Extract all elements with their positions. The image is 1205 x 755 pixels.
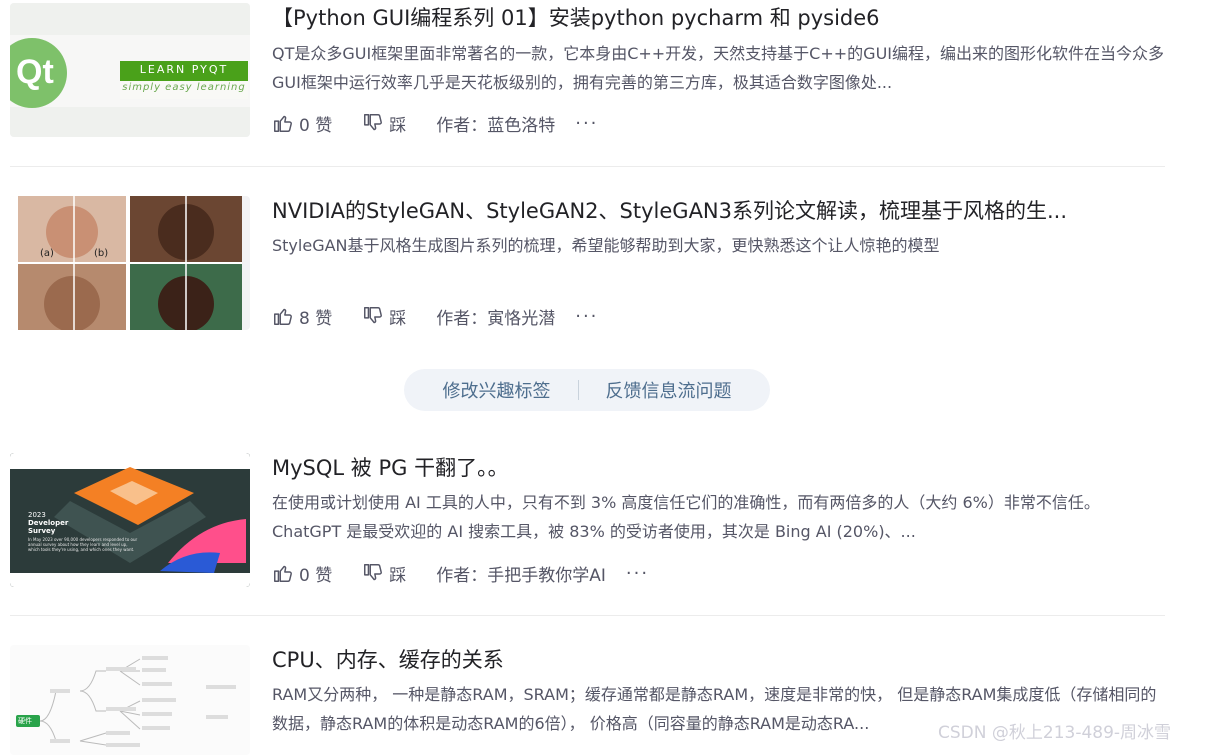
article-description[interactable]: StyleGAN基于风格生成图片系列的梳理，希望能够帮助到大家，更快熟悉这个让人… bbox=[272, 231, 1165, 260]
csdn-watermark: CSDN @秋上213-489-周冰雪 bbox=[938, 723, 1172, 743]
author-link[interactable]: 作者：蓝色洛特 bbox=[436, 111, 555, 136]
author-link[interactable]: 作者：寅恪光潜 bbox=[436, 304, 555, 329]
feed: Qt LEARN PYQT simply easy learning 【Pyth… bbox=[0, 0, 1205, 755]
thumb-down-icon bbox=[364, 114, 383, 131]
article-description[interactable]: QT是众多GUI框架里面非常著名的一款，它本身由C++开发，天然支持基于C++的… bbox=[272, 39, 1165, 97]
divider bbox=[10, 615, 1165, 616]
dislike-button[interactable]: 踩 bbox=[362, 561, 406, 586]
divider bbox=[10, 166, 1165, 167]
feedback-feed-issue-link[interactable]: 反馈信息流问题 bbox=[606, 377, 732, 403]
article-title[interactable]: NVIDIA的StyleGAN、StyleGAN2、StyleGAN3系列论文解… bbox=[272, 196, 1165, 226]
like-button[interactable]: 0 赞 bbox=[272, 111, 332, 136]
article-title[interactable]: CPU、内存、缓存的关系 bbox=[272, 645, 1165, 675]
article-thumbnail[interactable]: 硬件 bbox=[10, 645, 250, 755]
article-thumbnail[interactable]: Qt LEARN PYQT simply easy learning bbox=[10, 3, 250, 137]
mindmap-root-label: 硬件 bbox=[18, 717, 32, 725]
thumb-up-icon bbox=[274, 565, 292, 582]
article-meta: 8 赞 踩 作者：寅恪光潜 ··· bbox=[272, 303, 598, 329]
article-card[interactable]: (a) (b) NVIDIA的StyleGAN、StyleGAN2、StyleG… bbox=[10, 196, 1165, 336]
article-title[interactable]: 【Python GUI编程系列 01】安装python pycharm 和 py… bbox=[272, 3, 1165, 33]
survey-caption: In May 2023 over 90,000 developers respo… bbox=[28, 537, 138, 552]
survey-year: 2023 bbox=[28, 511, 46, 519]
article-meta: 0 赞 踩 作者：手把手教你学AI ··· bbox=[272, 560, 649, 586]
author-link[interactable]: 作者：手把手教你学AI bbox=[436, 561, 606, 586]
survey-heading: Developer Survey bbox=[28, 519, 69, 535]
dislike-button[interactable]: 踩 bbox=[362, 111, 406, 136]
article-description[interactable]: 在使用或计划使用 AI 工具的人中，只有不到 3% 高度信任它们的准确性，而有两… bbox=[272, 488, 1165, 546]
article-meta: 0 赞 踩 作者：蓝色洛特 ··· bbox=[272, 110, 598, 136]
like-count: 8 赞 bbox=[299, 308, 333, 329]
thumb-heading: LEARN PYQT bbox=[139, 63, 229, 76]
dislike-label: 踩 bbox=[389, 115, 407, 136]
dislike-label: 踩 bbox=[389, 565, 407, 586]
like-button[interactable]: 8 赞 bbox=[272, 304, 332, 329]
thumb-up-icon bbox=[274, 115, 292, 132]
article-card[interactable]: 2023 Developer Survey In May 2023 over 9… bbox=[10, 453, 1165, 598]
article-title[interactable]: MySQL 被 PG 干翻了。。 bbox=[272, 453, 1165, 483]
edit-interest-tags-link[interactable]: 修改兴趣标签 bbox=[443, 377, 551, 403]
more-options-button[interactable]: ··· bbox=[575, 306, 598, 327]
thumb-down-icon bbox=[364, 564, 383, 581]
thumb-up-icon bbox=[274, 308, 292, 325]
thumb-down-icon bbox=[364, 307, 383, 324]
article-thumbnail[interactable]: (a) (b) bbox=[10, 196, 250, 330]
mindmap-image bbox=[10, 645, 250, 755]
like-button[interactable]: 0 赞 bbox=[272, 561, 332, 586]
more-options-button[interactable]: ··· bbox=[626, 563, 649, 584]
like-count: 0 赞 bbox=[299, 565, 333, 586]
stylegan-faces-image bbox=[10, 196, 242, 330]
feed-feedback-bar: 修改兴趣标签 反馈信息流问题 bbox=[404, 369, 770, 411]
thumb-subheading: simply easy learning bbox=[122, 82, 246, 93]
article-card[interactable]: Qt LEARN PYQT simply easy learning 【Pyth… bbox=[10, 3, 1165, 153]
article-thumbnail[interactable]: 2023 Developer Survey In May 2023 over 9… bbox=[10, 453, 250, 587]
like-count: 0 赞 bbox=[299, 115, 333, 136]
thumb-label-b: (b) bbox=[94, 248, 109, 259]
more-options-button[interactable]: ··· bbox=[575, 113, 598, 134]
dislike-button[interactable]: 踩 bbox=[362, 304, 406, 329]
thumb-label-a: (a) bbox=[40, 248, 54, 259]
qt-logo-text: Qt bbox=[16, 53, 54, 91]
pill-divider bbox=[577, 380, 579, 400]
dislike-label: 踩 bbox=[389, 308, 407, 329]
